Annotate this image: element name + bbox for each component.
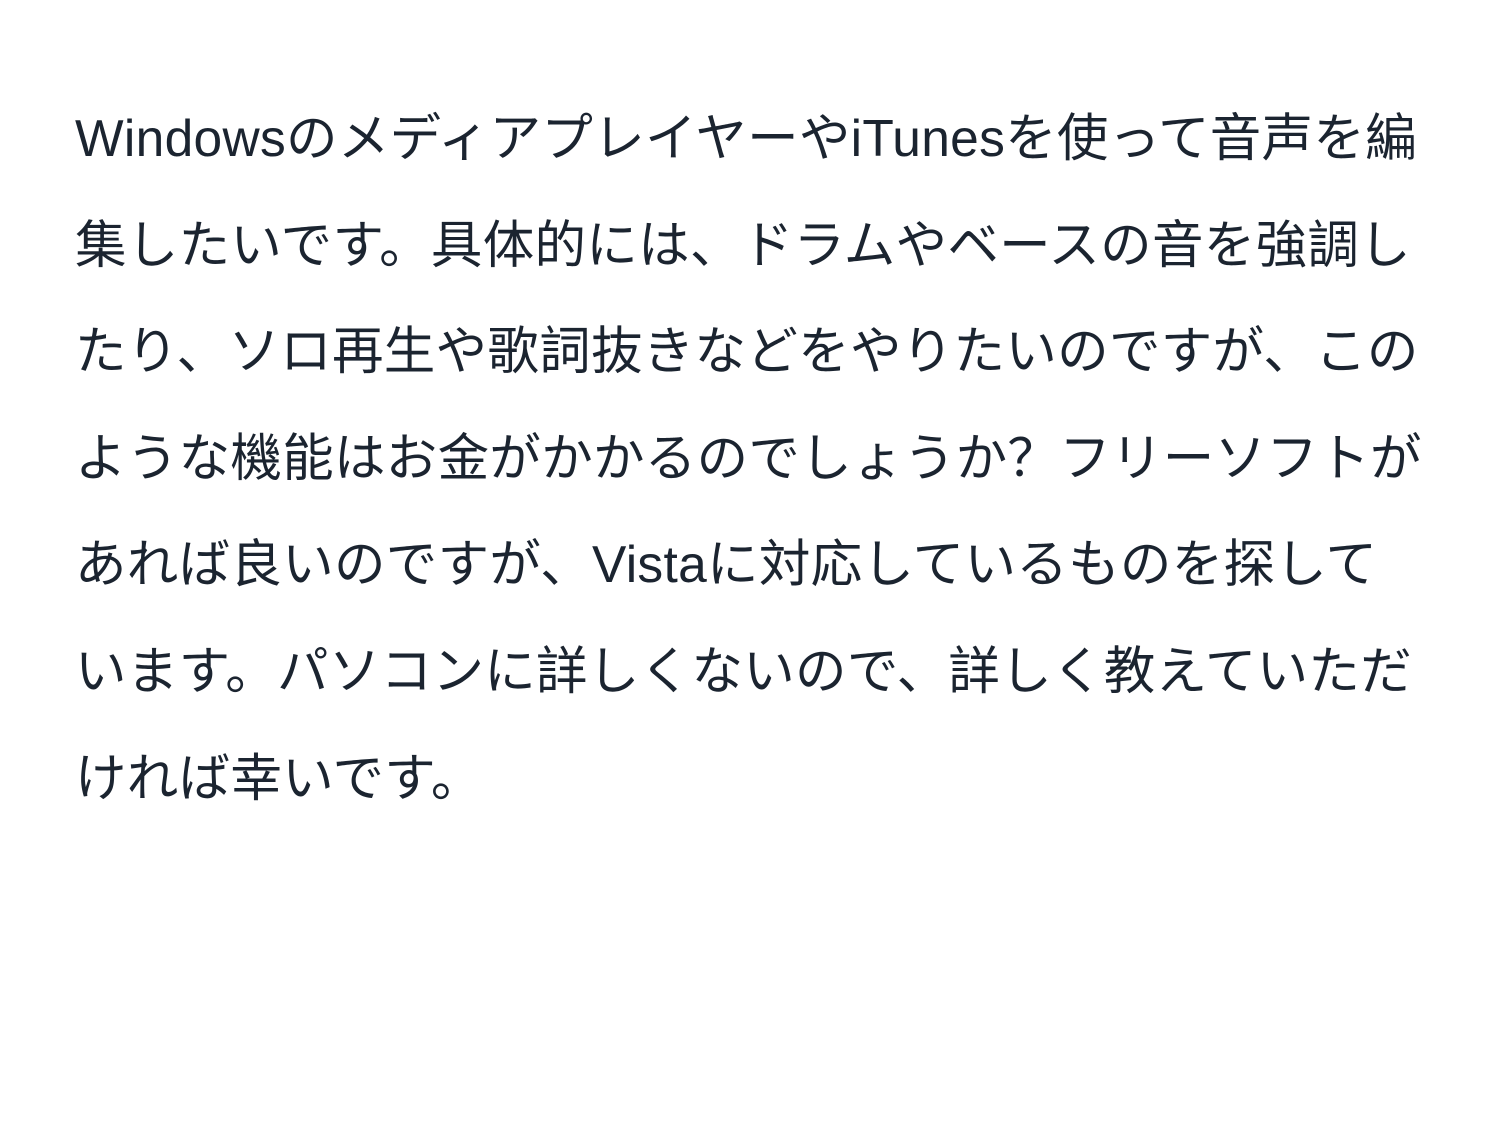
- body-text: WindowsのメディアプレイヤーやiTunesを使って音声を編集したいです。具…: [75, 85, 1425, 831]
